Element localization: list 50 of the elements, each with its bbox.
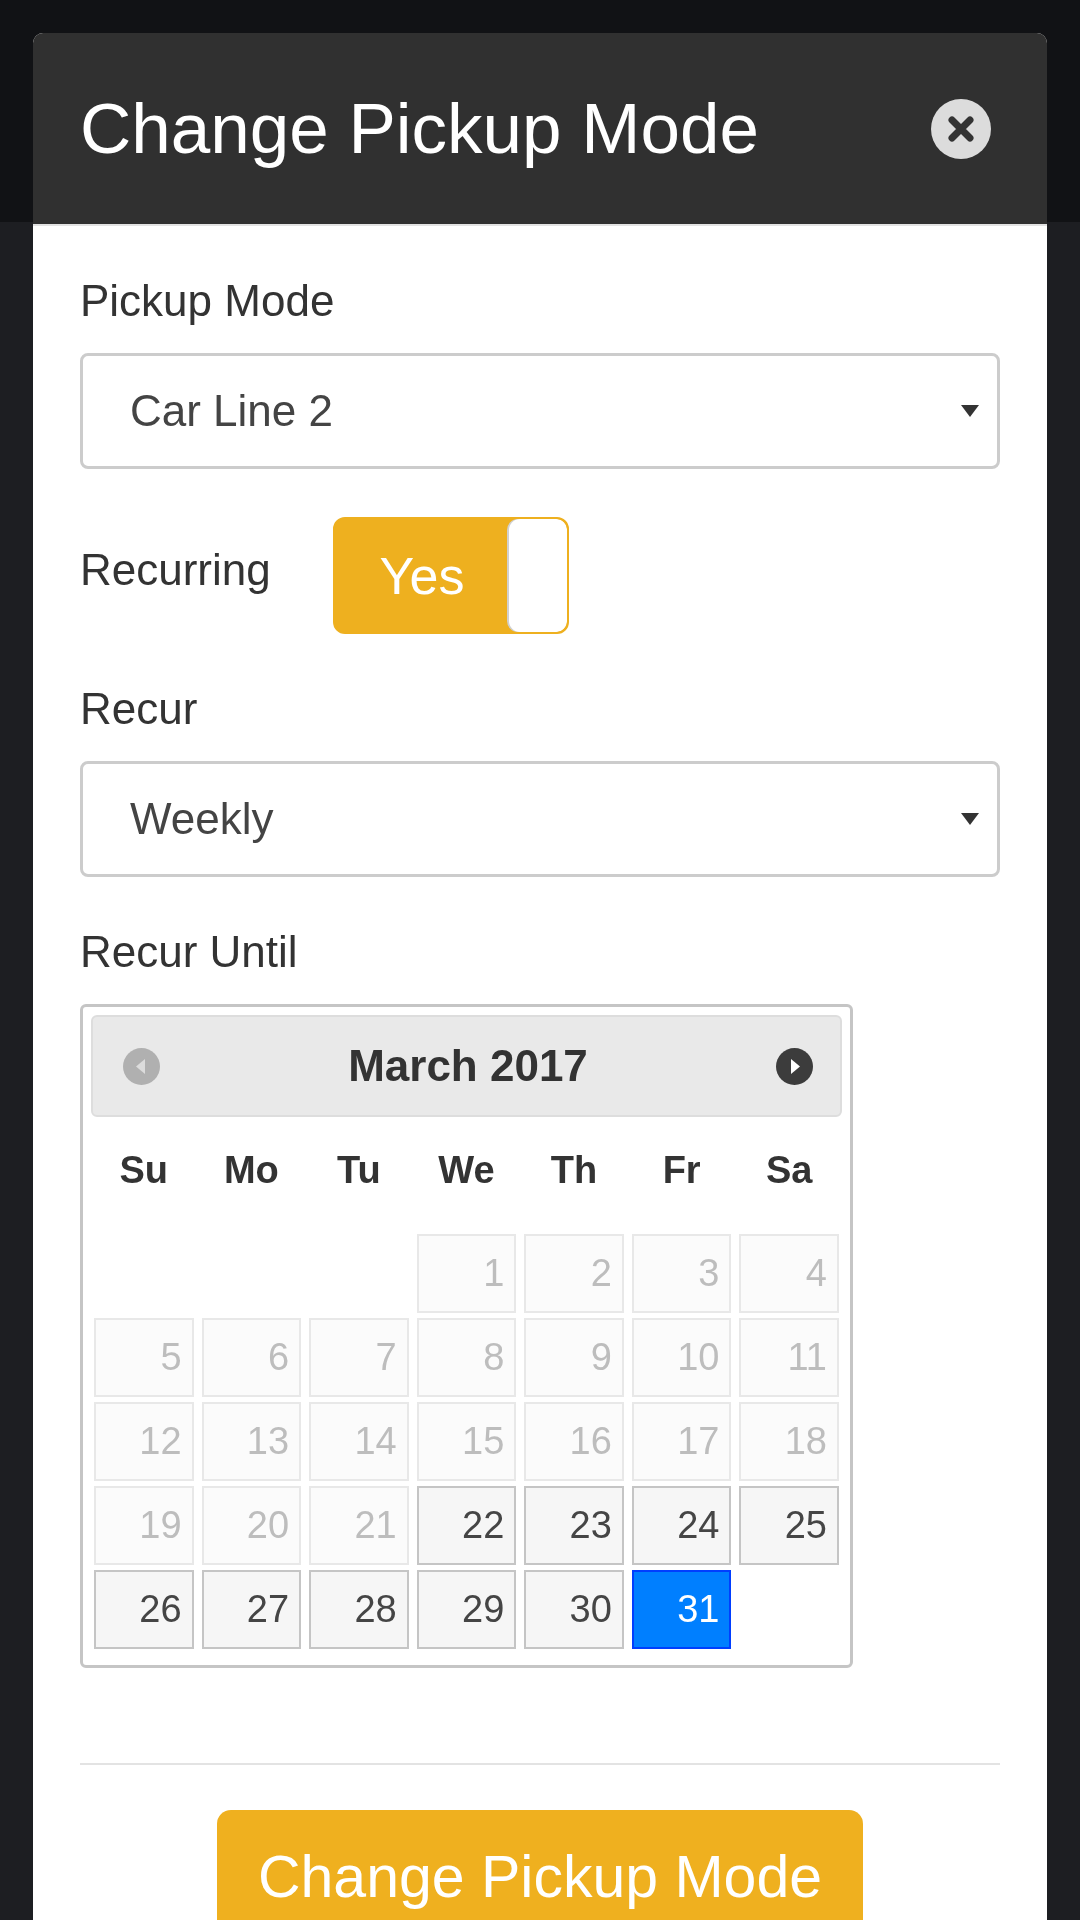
day-cell: 17: [631, 1402, 732, 1481]
day-cell[interactable]: 22: [416, 1486, 517, 1565]
weekday-label: Fr: [661, 1147, 702, 1193]
day-cell: 11: [739, 1318, 839, 1397]
field-label: Recur: [80, 683, 198, 735]
day-cell: 21: [309, 1486, 409, 1565]
day-cell[interactable]: 26: [94, 1570, 194, 1649]
day-cell[interactable]: 27: [201, 1570, 302, 1649]
day-cell[interactable]: 23: [524, 1486, 624, 1565]
field-label: Recurring: [80, 544, 272, 596]
close-icon[interactable]: [931, 98, 991, 159]
day-cell: 5: [94, 1318, 194, 1397]
day-cell: 8: [416, 1318, 517, 1397]
day-cell: 16: [524, 1402, 624, 1481]
caret-icon: [961, 813, 979, 825]
month-title: March 2017: [348, 1040, 588, 1092]
day-cell: 13: [201, 1402, 302, 1481]
day-cell: 14: [309, 1402, 409, 1481]
dropdown-field[interactable]: Car Line 2: [80, 353, 1000, 469]
modal-title: Change Pickup Mode: [80, 87, 759, 170]
day-cell[interactable]: 29: [416, 1570, 517, 1649]
field-label: Pickup Mode: [80, 275, 335, 327]
field-label: Recur Until: [80, 926, 298, 978]
day-cell[interactable]: 31: [631, 1570, 732, 1649]
weekday-label: Su: [118, 1147, 170, 1193]
weekday-label: Tu: [336, 1147, 382, 1193]
dropdown-field[interactable]: Weekly: [80, 761, 1000, 877]
caret-icon: [961, 405, 979, 417]
switch-knob[interactable]: [509, 519, 567, 632]
day-cell: 18: [739, 1402, 839, 1481]
day-cell: 2: [524, 1234, 624, 1313]
day-cell: 9: [524, 1318, 624, 1397]
day-cell: 3: [631, 1234, 732, 1313]
day-cell: 12: [94, 1402, 194, 1481]
weekday-label: Mo: [222, 1147, 280, 1193]
day-cell[interactable]: 24: [631, 1486, 732, 1565]
day-cell[interactable]: 30: [524, 1570, 624, 1649]
day-cell: 7: [309, 1318, 409, 1397]
day-cell: 10: [631, 1318, 732, 1397]
day-cell: 15: [416, 1402, 517, 1481]
day-cell[interactable]: 28: [309, 1570, 409, 1649]
weekday-label: Th: [549, 1147, 599, 1193]
day-cell: 20: [201, 1486, 302, 1565]
day-cell: 1: [416, 1234, 517, 1313]
weekday-label: Sa: [764, 1147, 814, 1193]
day-cell[interactable]: 25: [739, 1486, 839, 1565]
weekday-label: We: [437, 1147, 496, 1193]
day-cell: 19: [94, 1486, 194, 1565]
day-cell: 4: [739, 1234, 839, 1313]
day-cell: 6: [201, 1318, 302, 1397]
